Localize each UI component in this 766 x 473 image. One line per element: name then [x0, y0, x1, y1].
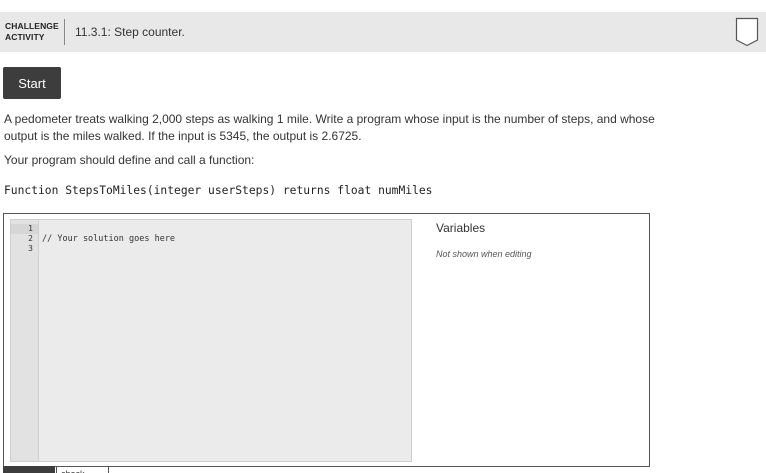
function-signature: Function StepsToMiles(integer userSteps)… [4, 184, 433, 197]
challenge-title: 11.3.1: Step counter. [75, 25, 185, 39]
tab-check[interactable]: check [56, 466, 109, 473]
line-number: 3 [28, 244, 33, 253]
line-number-gutter: 1 2 3 [11, 220, 39, 461]
tab-run[interactable] [3, 466, 55, 473]
active-line-highlight [11, 224, 38, 234]
description-line-2: output is the miles walked. If the input… [4, 129, 362, 143]
start-button[interactable]: Start [3, 67, 61, 99]
variables-title: Variables [436, 221, 486, 235]
code-editor[interactable]: 1 2 3 // Your solution goes here [10, 219, 412, 462]
challenge-header: CHALLENGE ACTIVITY 11.3.1: Step counter. [0, 12, 766, 52]
badge-line-1: CHALLENGE [5, 21, 59, 31]
badge-line-2: ACTIVITY [5, 32, 45, 42]
code-line[interactable]: // Your solution goes here [42, 234, 175, 244]
line-number: 1 [28, 224, 33, 233]
code-panel: 1 2 3 // Your solution goes here Variabl… [3, 213, 650, 467]
variables-note: Not shown when editing [436, 249, 532, 259]
line-number: 2 [28, 234, 33, 243]
challenge-activity-badge: CHALLENGE ACTIVITY [5, 21, 59, 43]
header-divider [64, 19, 65, 45]
instruction-text: Your program should define and call a fu… [4, 153, 255, 167]
problem-description: A pedometer treats walking 2,000 steps a… [4, 111, 724, 145]
bookmark-icon[interactable] [735, 17, 759, 47]
description-line-1: A pedometer treats walking 2,000 steps a… [4, 112, 655, 126]
